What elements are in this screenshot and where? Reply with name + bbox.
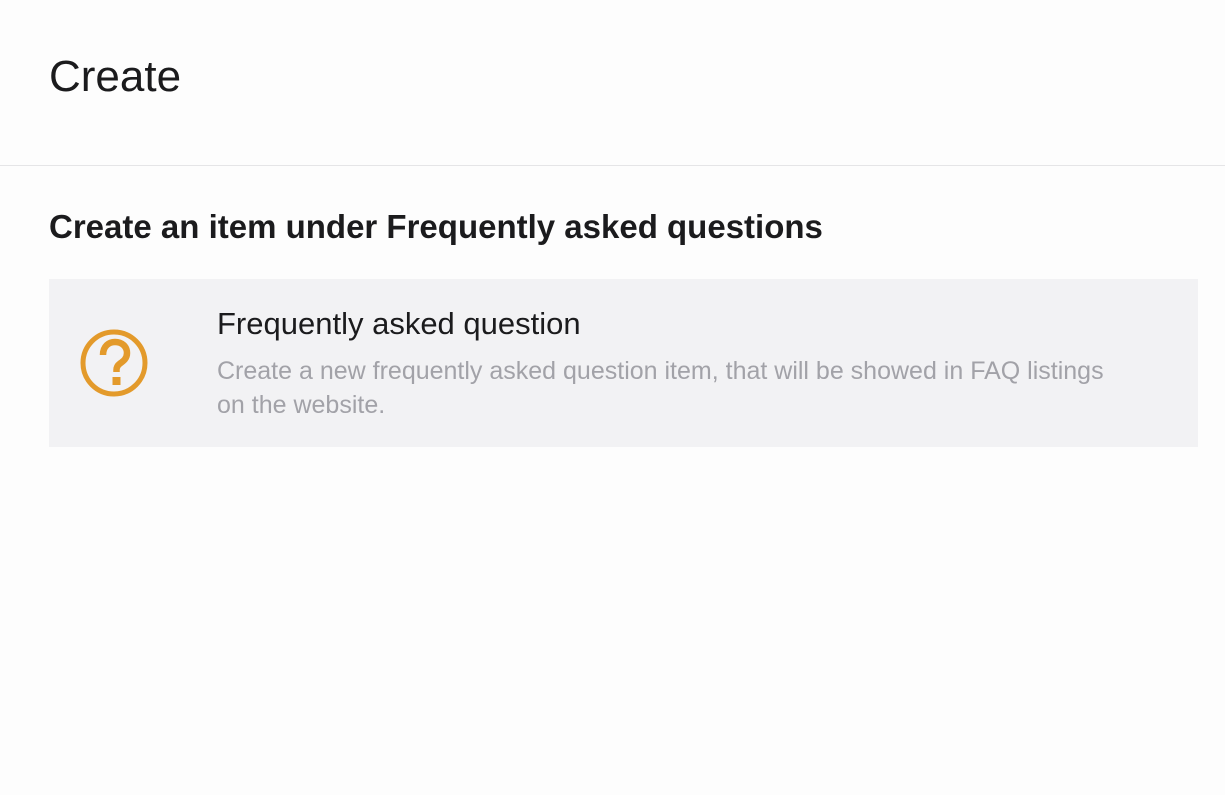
option-description: Create a new frequently asked question i… — [217, 357, 1104, 419]
option-faq-item[interactable]: Frequently asked question Create a new f… — [49, 279, 1198, 447]
section-heading: Create an item under Frequently asked qu… — [49, 208, 823, 245]
question-circle-icon — [79, 328, 149, 398]
page-title: Create — [49, 52, 182, 101]
dialog-header: Create — [0, 0, 1225, 166]
create-section: Create an item under Frequently asked qu… — [0, 166, 1225, 447]
option-title: Frequently asked question — [217, 306, 581, 341]
